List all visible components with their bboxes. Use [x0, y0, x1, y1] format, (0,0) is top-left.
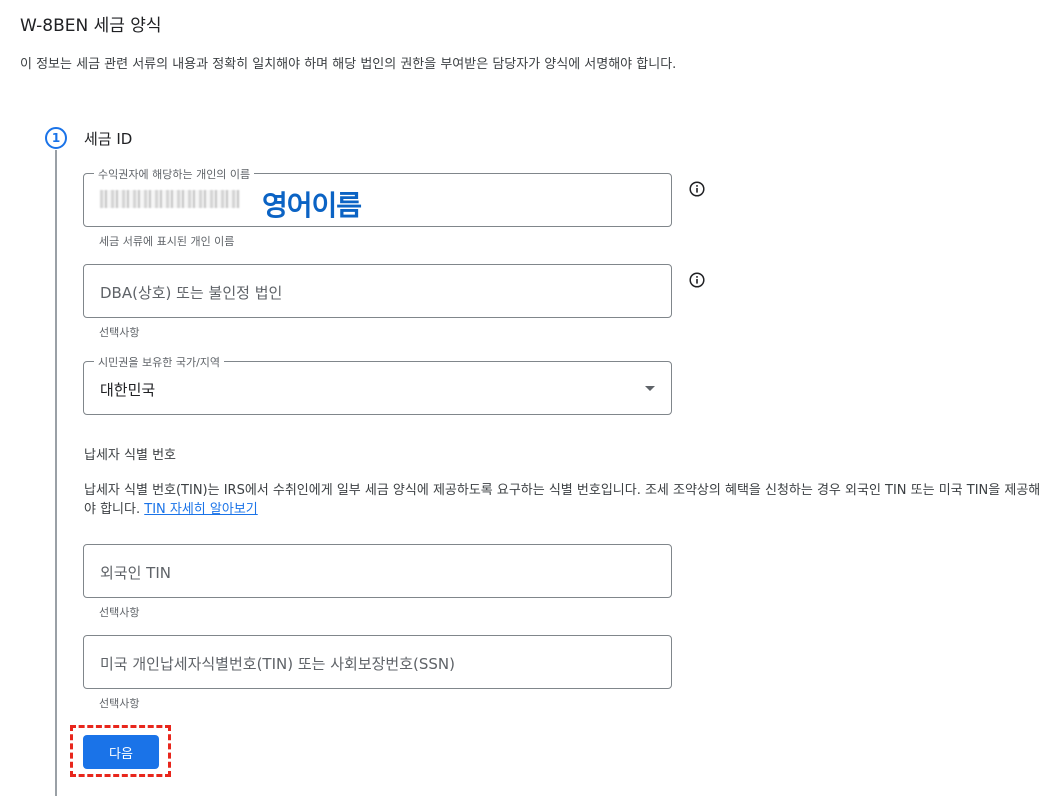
dba-placeholder: DBA(상호) 또는 불인정 법인 — [100, 284, 283, 302]
beneficiary-name-helper: 세금 서류에 표시된 개인 이름 — [99, 235, 235, 248]
dropdown-arrow-icon — [645, 386, 655, 391]
country-select-label: 시민권을 보유한 국가/지역 — [94, 354, 225, 370]
us-tin-field[interactable]: 미국 개인납세자식별번호(TIN) 또는 사회보장번호(SSN) — [83, 635, 672, 689]
w8ben-form-page: W-8BEN 세금 양식 이 정보는 세금 관련 서류의 내용과 정확히 일치해… — [0, 0, 1059, 796]
tin-learn-more-link[interactable]: TIN 자세히 알아보기 — [144, 502, 257, 517]
us-tin-placeholder: 미국 개인납세자식별번호(TIN) 또는 사회보장번호(SSN) — [100, 655, 455, 673]
page-title: W-8BEN 세금 양식 — [20, 16, 162, 36]
us-tin-helper: 선택사항 — [99, 697, 140, 710]
step-title: 세금 ID — [84, 130, 133, 148]
redacted-name-value — [100, 190, 240, 208]
dba-helper: 선택사항 — [99, 326, 140, 339]
beneficiary-name-label: 수익권자에 해당하는 개인의 이름 — [94, 166, 255, 182]
next-button[interactable]: 다음 — [83, 735, 159, 769]
step-number-badge: 1 — [45, 127, 67, 149]
foreign-tin-helper: 선택사항 — [99, 606, 140, 619]
info-icon[interactable] — [689, 272, 705, 288]
country-selected-value: 대한민국 — [100, 381, 156, 399]
foreign-tin-field[interactable]: 외국인 TIN — [83, 544, 672, 598]
foreign-tin-placeholder: 외국인 TIN — [100, 564, 171, 582]
tin-section-description: 납세자 식별 번호(TIN)는 IRS에서 수취인에게 일부 세금 양식에 제공… — [84, 481, 1044, 519]
country-select[interactable]: 시민권을 보유한 국가/지역 대한민국 — [83, 354, 672, 415]
tin-section-heading: 납세자 식별 번호 — [84, 448, 176, 463]
page-description: 이 정보는 세금 관련 서류의 내용과 정확히 일치해야 하며 해당 법인의 권… — [20, 57, 677, 72]
name-annotation-text: 영어이름 — [262, 189, 362, 222]
dba-field[interactable]: DBA(상호) 또는 불인정 법인 — [83, 264, 672, 318]
beneficiary-name-field[interactable]: 수익권자에 해당하는 개인의 이름 영어이름 — [83, 166, 672, 227]
info-icon[interactable] — [689, 181, 705, 197]
step-connector-line — [55, 150, 57, 796]
